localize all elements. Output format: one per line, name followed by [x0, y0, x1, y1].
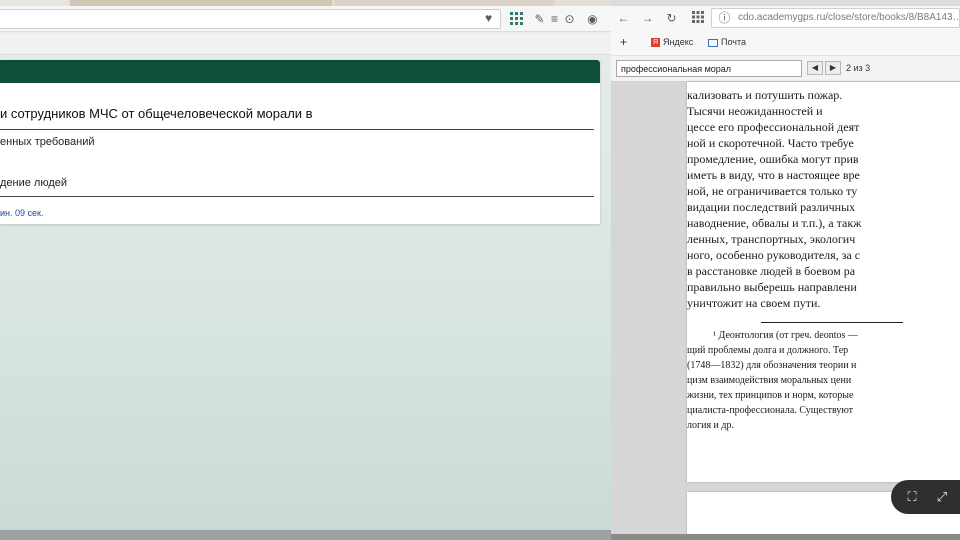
- footnote-line: щий проблемы долга и должного. Тер: [687, 345, 849, 356]
- account-icon[interactable]: ◉: [585, 12, 600, 27]
- document-text-line: иметь в виду, что в настоящее вре: [687, 168, 860, 182]
- document-text-line: ной, не ограничивается только ту: [687, 184, 858, 198]
- footnote-divider: [761, 322, 903, 323]
- apps-grid-icon[interactable]: [509, 12, 524, 27]
- footnote-line: логия и др.: [687, 420, 734, 431]
- reload-icon[interactable]: ↻: [664, 11, 679, 26]
- divider: [0, 129, 594, 130]
- expand-icon[interactable]: ⤢: [933, 488, 951, 506]
- find-input[interactable]: [616, 60, 802, 77]
- footnote-line: (1748—1832) для обозначения теории н: [687, 360, 857, 371]
- document-text-line: ного, особенно руководителя, за с: [687, 248, 861, 262]
- bookmark-label: Яндекс: [663, 37, 694, 47]
- menu-icon[interactable]: ≡: [547, 12, 562, 27]
- document-text-line: ленных, транспортных, экологич: [687, 232, 856, 246]
- document-text-line: правильно выберешь направлени: [687, 280, 857, 294]
- find-next-button[interactable]: ▶: [825, 61, 841, 75]
- fit-page-icon[interactable]: ⛶: [903, 488, 921, 506]
- document-text-line: наводнение, обвалы и т.п.), а такж: [687, 216, 862, 230]
- taskbar-strip: [611, 534, 960, 540]
- bookmark-label: Почта: [721, 37, 746, 47]
- mail-icon: [708, 38, 718, 47]
- apps-grid-icon[interactable]: [690, 11, 705, 26]
- pen-icon[interactable]: ✎: [532, 12, 547, 27]
- find-match-count: 2 из 3: [846, 63, 871, 73]
- bookmark-yandex[interactable]: Я Яндекс: [651, 37, 694, 48]
- quiz-panel: и сотрудников МЧС от общечеловеческой мо…: [0, 60, 600, 224]
- quiz-timer: ин. 09 сек.: [0, 208, 44, 218]
- yandex-icon: Я: [651, 38, 660, 48]
- document-text-line: промедление, ошибка могут прив: [687, 152, 859, 166]
- address-url: cdo.academygps.ru/close/store/books/8/B8…: [738, 12, 960, 23]
- find-previous-button[interactable]: ◀: [807, 61, 823, 75]
- add-bookmark-icon[interactable]: +: [620, 35, 627, 49]
- document-text-line: Тысячи неожиданностей и: [687, 104, 823, 118]
- document-page: кализовать и потушить пожар. Тысячи неож…: [687, 82, 960, 482]
- right-bookmarks-bar: + Я Яндекс Почта: [611, 30, 960, 56]
- quiz-question-text: и сотрудников МЧС от общечеловеческой мо…: [0, 106, 313, 121]
- find-bar: ◀ ▶ 2 из 3: [611, 56, 960, 82]
- quiz-header-bar: [0, 60, 600, 83]
- document-text-line: кализовать и потушить пожар.: [687, 88, 843, 102]
- document-text-line: ной и скоротечной. Часто требуе: [687, 136, 854, 150]
- footnote-line: цизм взаимодействия моральных цени: [687, 375, 852, 386]
- address-bar[interactable]: ♥: [0, 9, 501, 29]
- address-bar[interactable]: ⓘ cdo.academygps.ru/close/store/books/8/…: [711, 8, 960, 28]
- footnote-line: ¹ Деонтология (от греч. deontos —: [713, 330, 858, 341]
- document-text-line: цессе его профессиональной деят: [687, 120, 860, 134]
- footnote-line: циалиста-профессионала. Существуют: [687, 405, 854, 416]
- forward-icon[interactable]: →: [640, 11, 655, 26]
- document-text-line: видации последствий различных: [687, 200, 856, 214]
- footnote-line: жизни, тех принципов и норм, которые: [687, 390, 854, 401]
- taskbar-strip: [0, 530, 611, 540]
- heart-icon[interactable]: ♥: [481, 11, 496, 26]
- answer-option[interactable]: енных требований: [0, 136, 95, 148]
- document-text-line: уничтожит на своем пути.: [687, 296, 821, 310]
- answer-option[interactable]: дение людей: [0, 177, 67, 189]
- right-toolbar: ← → ↻ ⓘ cdo.academygps.ru/close/store/bo…: [611, 6, 960, 30]
- viewer-controls: ⛶ ⤢: [891, 480, 960, 514]
- document-text-line: в расстановке людей в боевом ра: [687, 264, 856, 278]
- left-toolbar: ♥ ✎ ≡ ⊙ ◉: [0, 6, 611, 32]
- bookmark-pochta[interactable]: Почта: [708, 37, 746, 47]
- info-icon[interactable]: ⓘ: [717, 11, 732, 26]
- left-browser-window: ♥ ✎ ≡ ⊙ ◉ и сотрудников МЧС от общечелов…: [0, 0, 611, 540]
- back-icon[interactable]: ←: [616, 11, 631, 26]
- download-icon[interactable]: ⊙: [562, 12, 577, 27]
- divider: [0, 196, 594, 197]
- right-browser-window: ← → ↻ ⓘ cdo.academygps.ru/close/store/bo…: [611, 0, 960, 540]
- left-bookmarks-bar: [0, 33, 611, 55]
